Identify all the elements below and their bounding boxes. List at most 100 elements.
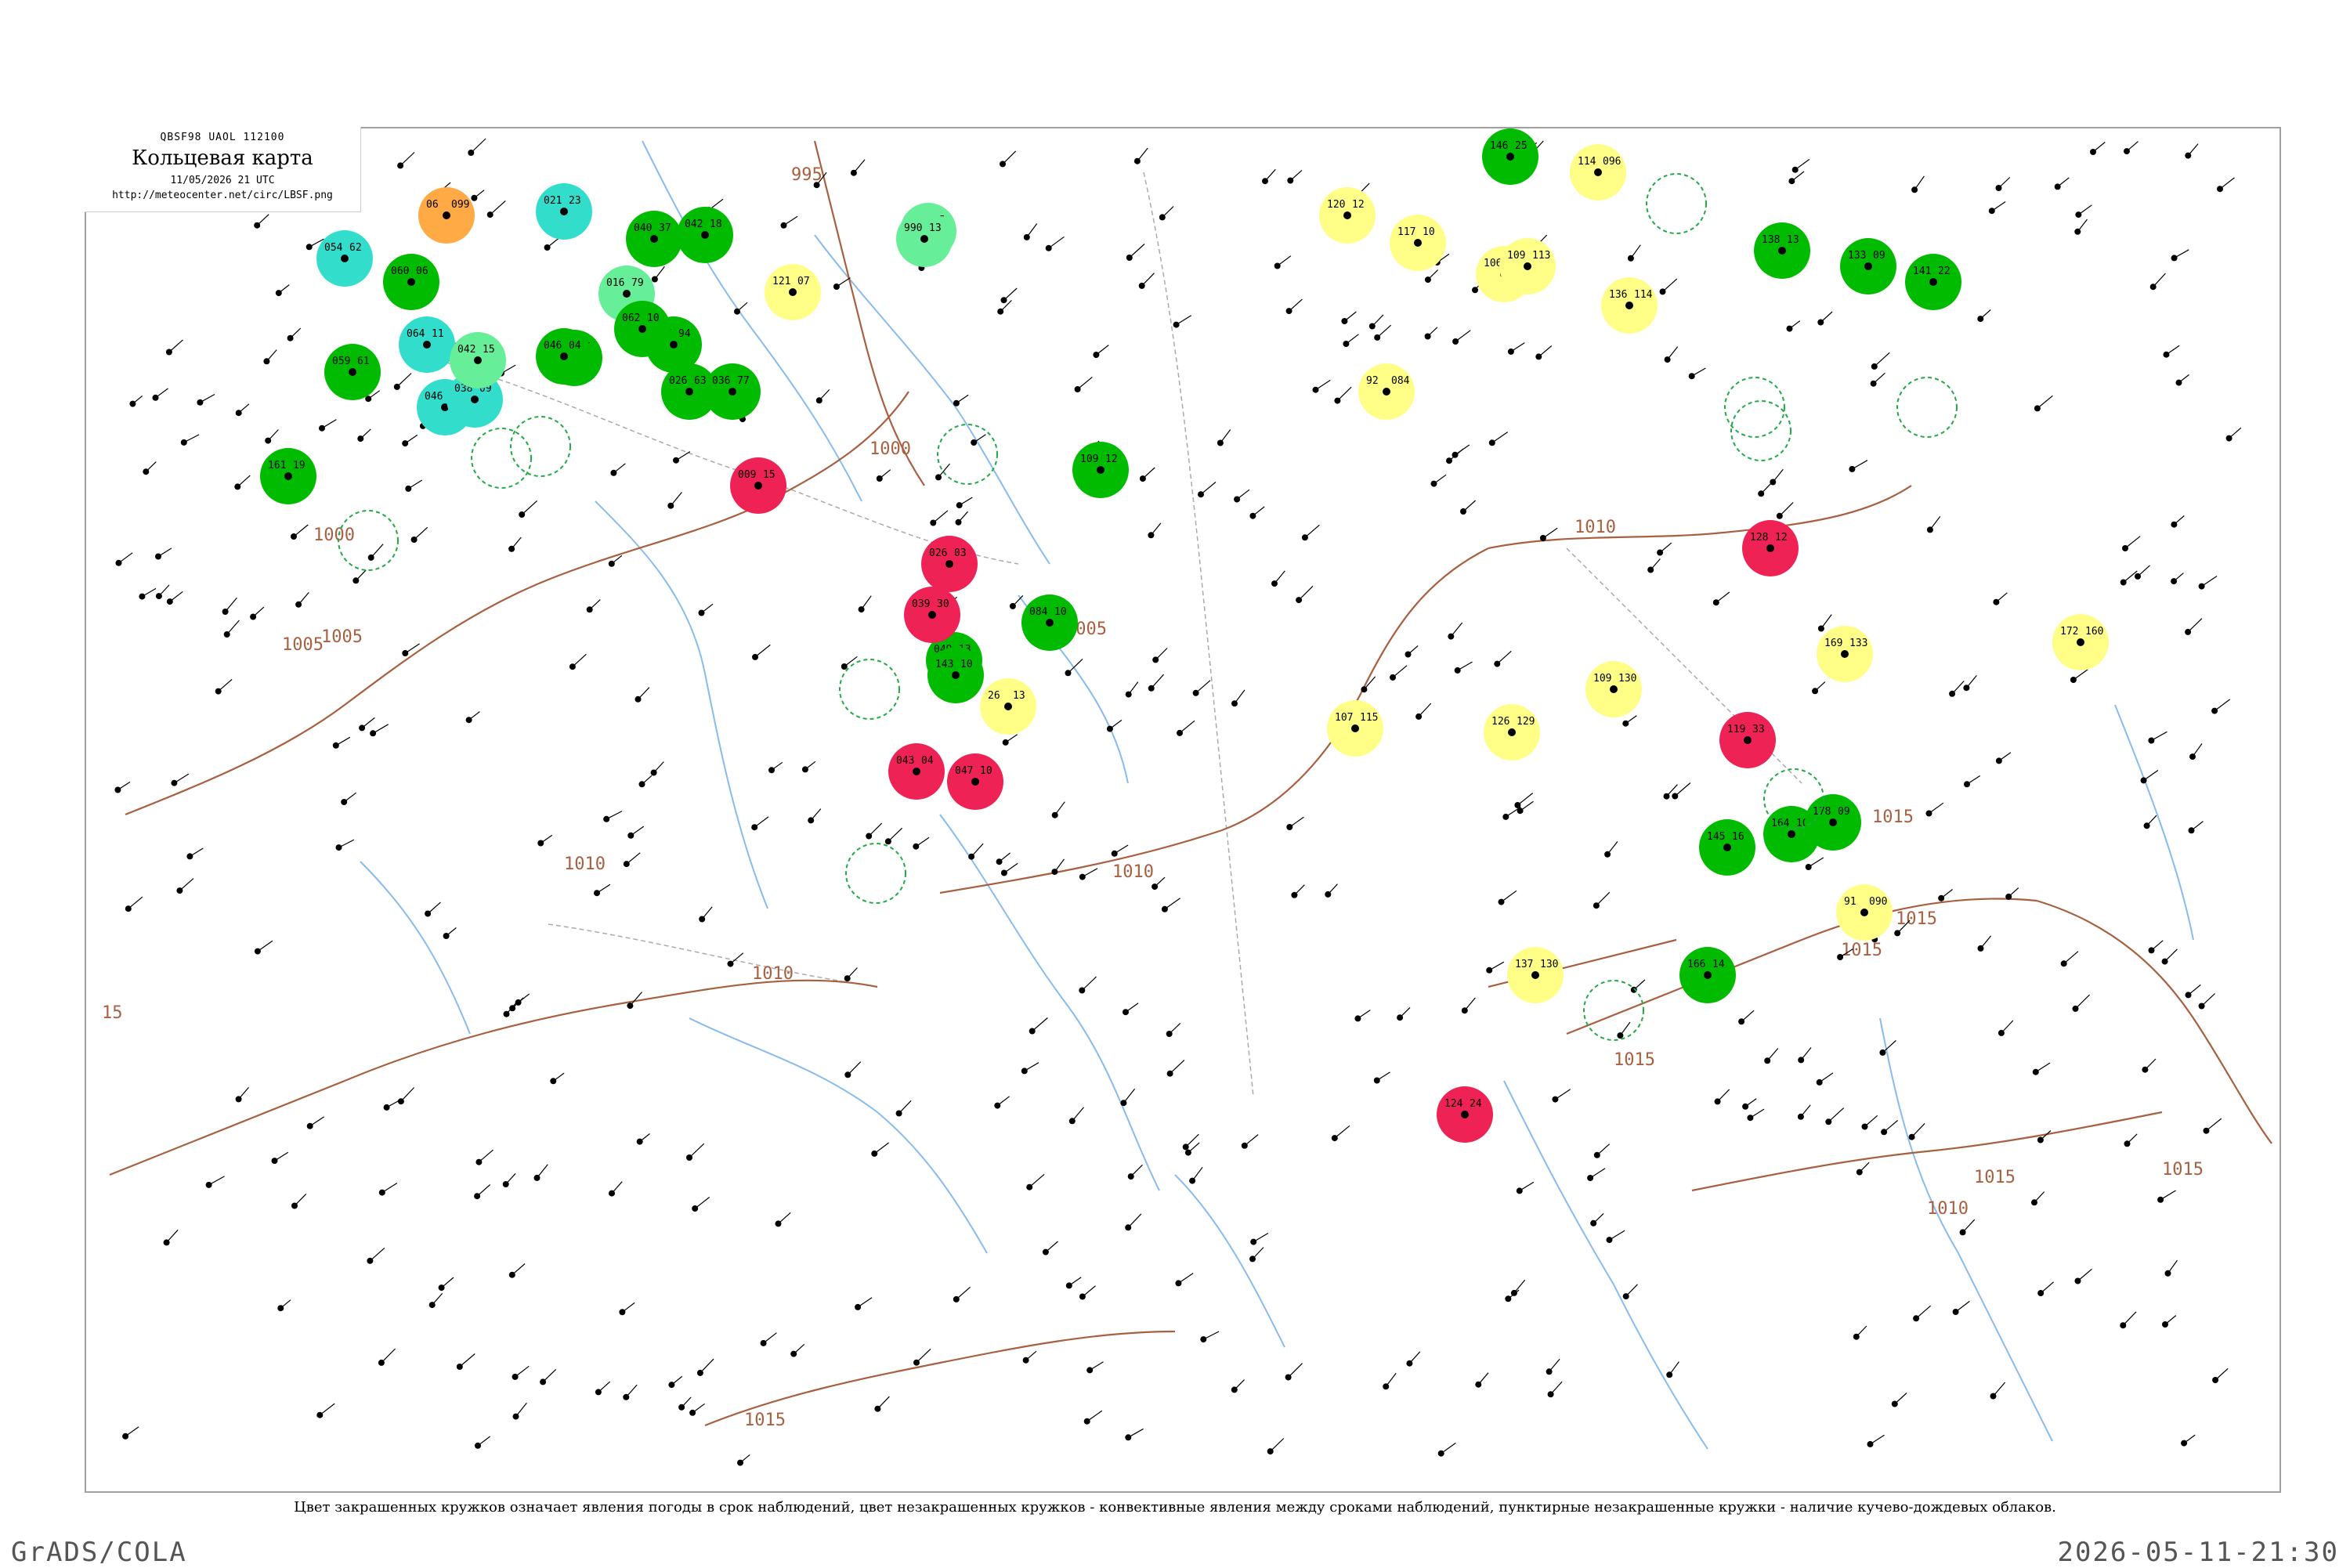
- station-pressure: 04: [569, 340, 581, 352]
- wind-barb: [1123, 1088, 1136, 1104]
- wind-barb: [1188, 1142, 1200, 1154]
- wind-barb: [873, 1142, 889, 1154]
- wind-barb: [1820, 311, 1833, 323]
- isobar-label: 1005: [282, 635, 324, 655]
- wind-barb: [1334, 1125, 1350, 1139]
- station-pressure: 15: [763, 469, 776, 481]
- wind-barb: [257, 940, 273, 952]
- station-temperature: 039: [912, 598, 930, 610]
- isobar-line: [125, 391, 909, 816]
- station-temperature: 166: [1687, 959, 1705, 970]
- wind-barb: [1264, 168, 1276, 182]
- station-temperature: 043: [896, 755, 914, 767]
- wind-barb: [1376, 324, 1392, 338]
- station-pressure: 09: [1838, 806, 1850, 818]
- isobar-label: 1015: [1841, 941, 1882, 960]
- wind-barb: [1873, 372, 1885, 385]
- isobar-label: 1015: [1974, 1168, 2016, 1187]
- wind-barb: [1779, 502, 1794, 517]
- wind-barb: [1659, 542, 1672, 553]
- wind-barb: [701, 906, 713, 919]
- isobar-label: 1015: [744, 1411, 786, 1430]
- station-marker: [349, 368, 356, 376]
- isobar-line: [1488, 485, 1912, 550]
- wind-barb: [1200, 482, 1217, 495]
- station-temperature: 059: [332, 356, 350, 367]
- wind-barb: [694, 1197, 710, 1209]
- wind-barb: [1003, 287, 1018, 301]
- station-temperature: 169: [1824, 638, 1842, 649]
- wind-barb: [1427, 327, 1438, 337]
- wind-barb: [1589, 1168, 1606, 1179]
- wind-barb: [1082, 1285, 1096, 1297]
- wind-barb: [1344, 311, 1357, 322]
- wind-barb: [505, 1172, 516, 1185]
- wind-barb: [1441, 1442, 1456, 1454]
- wind-barb: [1068, 1277, 1082, 1286]
- wind-barb: [1253, 506, 1265, 517]
- wind-barb: [1089, 1361, 1104, 1371]
- wind-barb: [1457, 661, 1473, 671]
- wind-barb: [2214, 1367, 2229, 1381]
- wind-barb: [1979, 309, 1991, 320]
- wind-barb: [626, 852, 641, 865]
- wind-barb: [625, 1384, 638, 1398]
- river-line: [1879, 1017, 2053, 1442]
- wind-barb: [2077, 1268, 2092, 1281]
- wind-barb: [237, 475, 251, 487]
- wind-barb: [1488, 961, 1505, 971]
- wind-barb: [1376, 1071, 1390, 1082]
- wind-barb: [2075, 994, 2091, 1010]
- station-marker: [1383, 388, 1390, 396]
- station-marker: [1097, 466, 1104, 474]
- wind-barb: [1717, 1089, 1730, 1102]
- wind-barb: [1289, 298, 1303, 312]
- station-temperature: 164: [1771, 818, 1790, 829]
- wind-barb: [1072, 1107, 1084, 1122]
- station-pressure: 13: [929, 222, 942, 234]
- convective-ring: [1730, 400, 1791, 461]
- wind-barb: [1179, 720, 1195, 734]
- wind-barb: [1800, 1047, 1812, 1060]
- wind-barb: [125, 1426, 139, 1437]
- wind-barb: [335, 736, 351, 746]
- wind-barb: [771, 761, 783, 771]
- wind-barb: [1346, 334, 1359, 345]
- station-marker: [443, 211, 450, 219]
- wind-barb: [1549, 1358, 1560, 1372]
- wind-barb: [1596, 1143, 1610, 1156]
- wind-barb: [844, 656, 858, 667]
- wind-barb: [1024, 1062, 1039, 1071]
- wind-barb: [1993, 1382, 2006, 1396]
- station-temperature: 117: [1397, 226, 1415, 238]
- wind-barb: [1086, 1410, 1103, 1422]
- station-marker: [1860, 909, 1868, 916]
- wind-barb: [511, 537, 522, 550]
- isobar-line: [1691, 1111, 2163, 1192]
- wind-barb: [2201, 576, 2218, 587]
- station-pressure: 06: [416, 266, 428, 277]
- wind-barb: [847, 967, 858, 979]
- station-marker: [560, 208, 568, 215]
- wind-barb: [208, 1176, 225, 1186]
- station-marker: [928, 611, 936, 619]
- wind-barb: [1894, 1393, 1907, 1404]
- wind-barb: [477, 1436, 490, 1447]
- wind-barb: [414, 526, 428, 540]
- wind-barb: [1427, 269, 1439, 280]
- wind-barb: [1081, 976, 1097, 991]
- station-marker: [284, 472, 292, 480]
- station-marker: [1343, 211, 1351, 219]
- isobar-label: 1000: [870, 439, 911, 459]
- wind-barb: [1520, 800, 1534, 811]
- map-source-url[interactable]: http://meteocenter.net/circ/LBSF.png: [85, 190, 360, 201]
- wind-barb: [2077, 219, 2088, 233]
- wind-barb: [290, 327, 302, 339]
- station-pressure: 03: [954, 547, 967, 559]
- wind-barb: [1996, 592, 2008, 603]
- wind-barb: [432, 1293, 443, 1306]
- station-marker: [1594, 168, 1602, 176]
- wind-barb: [670, 492, 682, 507]
- station-temperature: 109: [1507, 250, 1525, 262]
- wind-barb: [996, 1096, 1010, 1107]
